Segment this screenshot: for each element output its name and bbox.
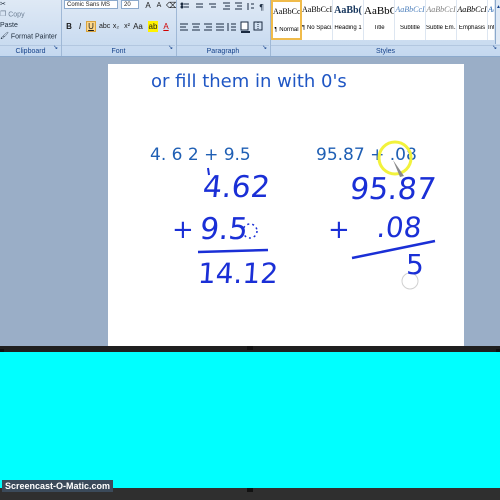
recording-overlay-panel <box>0 352 500 490</box>
handwritten-plus-2: + <box>328 215 350 245</box>
problem-1-sum-line <box>197 248 269 254</box>
handwritten-5: 5 <box>406 248 424 281</box>
cursor-highlight-circle <box>377 140 413 176</box>
handwritten-4-62: 4.62 <box>201 170 272 205</box>
handwritten-9-5: 9.5 <box>198 212 250 247</box>
handwritten-08: .08 <box>375 211 424 244</box>
screen: ✂ ❐ Copy Paste 🖌 Format Painter Clipboar… <box>0 0 500 500</box>
watermark: Screencast-O-Matic.com <box>2 480 114 492</box>
resize-handle-bottom[interactable] <box>247 488 253 492</box>
handwritten-plus-1: + <box>172 215 194 245</box>
resize-handle-top[interactable] <box>247 346 253 350</box>
handwritten-14-12: 14.12 <box>196 257 280 290</box>
handwritten-95-87: 95.87 <box>348 172 438 207</box>
